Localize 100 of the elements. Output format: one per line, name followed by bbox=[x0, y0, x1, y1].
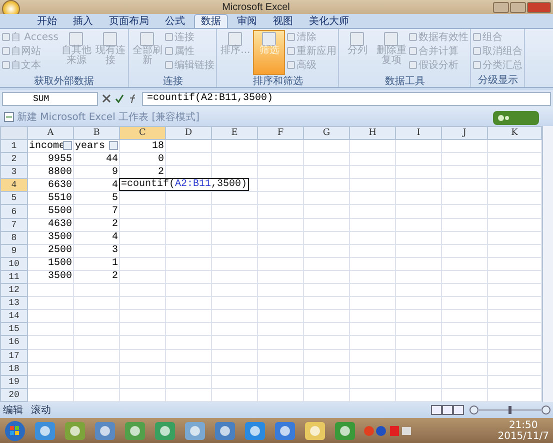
widget-icon[interactable] bbox=[493, 111, 539, 125]
group-label: 获取外部数据 bbox=[33, 75, 96, 88]
table-cell: income bbox=[29, 140, 61, 152]
ribbon-tab[interactable]: 插入 bbox=[66, 14, 100, 28]
row-header[interactable]: 2 bbox=[0, 152, 28, 166]
taskbar-app-icon[interactable] bbox=[304, 420, 326, 440]
ribbon-tab[interactable]: 审阅 bbox=[230, 14, 264, 28]
name-box[interactable]: SUM bbox=[2, 92, 98, 106]
table-cell-text: 5 bbox=[110, 192, 118, 204]
table-cell-text: 2500 bbox=[46, 245, 72, 256]
taskbar-app-icon[interactable] bbox=[244, 420, 266, 440]
column-header[interactable]: J bbox=[442, 126, 488, 140]
group-label: 连接 bbox=[162, 75, 184, 88]
row-header[interactable]: 1 bbox=[0, 140, 28, 153]
group-label: 分级显示 bbox=[476, 74, 519, 87]
table-cell-text: 2 bbox=[110, 219, 118, 230]
table-cell-text: 9 bbox=[110, 166, 118, 178]
table-cell-text: 4 bbox=[110, 232, 118, 244]
tray-icon[interactable] bbox=[364, 424, 412, 436]
workbook-icon bbox=[4, 112, 14, 122]
workbook-title: 新建 Microsoft Excel 工作表 [兼容模式] bbox=[17, 110, 200, 124]
row-header[interactable]: 17 bbox=[0, 349, 28, 362]
taskbar-app-icon[interactable] bbox=[64, 420, 86, 440]
column-header[interactable]: I bbox=[396, 126, 442, 140]
function-icon[interactable] bbox=[128, 94, 138, 104]
filter-dropdown-button[interactable] bbox=[109, 141, 118, 150]
start-button[interactable] bbox=[4, 420, 26, 442]
status-text: 编辑 bbox=[3, 404, 23, 417]
table-cell-text: years bbox=[75, 140, 106, 152]
ribbon-tab[interactable]: 公式 bbox=[158, 14, 192, 28]
column-header[interactable]: A bbox=[28, 126, 74, 140]
table-cell-text: 2 bbox=[110, 271, 118, 282]
taskbar-app-icon[interactable] bbox=[154, 420, 176, 440]
ribbon-command-icon bbox=[103, 32, 118, 46]
column-header[interactable]: G bbox=[304, 126, 350, 140]
taskbar-app-icon[interactable] bbox=[94, 420, 116, 440]
row-header[interactable]: 13 bbox=[0, 296, 28, 310]
status-text: 滚动 bbox=[31, 404, 51, 417]
row-header[interactable]: 5 bbox=[0, 192, 28, 205]
table-cell-text: 0 bbox=[156, 154, 164, 165]
group-label: 排序和筛选 bbox=[252, 75, 304, 88]
taskbar-app-icon[interactable] bbox=[214, 420, 236, 440]
check-icon[interactable] bbox=[115, 94, 124, 103]
column-header[interactable]: C bbox=[120, 126, 166, 140]
row-header[interactable]: 15 bbox=[0, 322, 28, 336]
ribbon-command-icon bbox=[228, 32, 242, 46]
row-header[interactable]: 7 bbox=[0, 218, 28, 232]
clock-date: 2015/11/7 bbox=[498, 430, 549, 442]
row-header[interactable]: 3 bbox=[0, 166, 28, 179]
row-header[interactable]: 8 bbox=[0, 231, 28, 244]
table-cell-text: 2 bbox=[156, 166, 164, 178]
filter-dropdown-button[interactable] bbox=[63, 141, 72, 150]
row-header[interactable]: 16 bbox=[0, 336, 28, 349]
column-header[interactable]: B bbox=[74, 126, 120, 140]
minimize-button[interactable] bbox=[493, 2, 509, 12]
table-cell-text: 3 bbox=[110, 245, 118, 256]
ribbon-tab[interactable]: 页面布局 bbox=[102, 14, 156, 28]
formula-field[interactable]: =countif(A2:B11,3500) bbox=[142, 92, 551, 106]
column-header[interactable]: E bbox=[212, 126, 258, 140]
table-cell-text: 18 bbox=[150, 140, 164, 152]
ribbon-command-icon bbox=[262, 32, 276, 46]
column-header[interactable]: H bbox=[350, 126, 396, 140]
taskbar-app-icon[interactable] bbox=[124, 420, 146, 440]
column-header[interactable]: K bbox=[488, 126, 542, 140]
ribbon-tab[interactable]: 数据 bbox=[194, 14, 228, 28]
taskbar-app-icon[interactable] bbox=[334, 420, 356, 440]
row-header[interactable]: 18 bbox=[0, 362, 28, 376]
table-cell-text: 3500 bbox=[46, 271, 72, 282]
row-header[interactable]: 11 bbox=[0, 270, 28, 284]
ribbon-tab[interactable]: 视图 bbox=[266, 14, 300, 28]
taskbar-app-icon[interactable] bbox=[184, 420, 206, 440]
ribbon-tab[interactable]: 开始 bbox=[30, 14, 64, 28]
table-cell-text: 4 bbox=[110, 180, 118, 191]
column-header[interactable]: D bbox=[166, 126, 212, 140]
row-header[interactable]: 12 bbox=[0, 284, 28, 297]
cancel-icon[interactable] bbox=[102, 94, 111, 103]
row-header[interactable]: 20 bbox=[0, 388, 28, 402]
table-cell-text: 3500 bbox=[46, 232, 72, 244]
row-header[interactable]: 19 bbox=[0, 375, 28, 388]
row-header[interactable]: 14 bbox=[0, 310, 28, 323]
taskbar-app-icon[interactable] bbox=[274, 420, 296, 440]
column-header[interactable]: F bbox=[258, 126, 304, 140]
row-header[interactable]: 6 bbox=[0, 204, 28, 218]
row-header[interactable]: 4 bbox=[0, 178, 28, 192]
row-header[interactable]: 9 bbox=[0, 244, 28, 258]
taskbar-app-icon[interactable] bbox=[34, 420, 56, 440]
clock-time: 21:50 bbox=[508, 420, 538, 430]
ribbon-tab[interactable]: 美化大师 bbox=[302, 14, 356, 28]
table-cell-text: 6630 bbox=[46, 180, 72, 191]
ribbon-command-icon bbox=[140, 32, 154, 46]
cell-editor[interactable]: =countif(A2:B11,3500) bbox=[119, 178, 250, 192]
view-buttons-icon[interactable] bbox=[431, 405, 465, 415]
maximize-button[interactable] bbox=[510, 2, 526, 12]
vertical-scrollbar[interactable] bbox=[542, 126, 553, 402]
ribbon-command-icon bbox=[69, 32, 84, 46]
zoom-slider[interactable] bbox=[469, 405, 551, 415]
row-header[interactable]: 10 bbox=[0, 257, 28, 270]
table-cell-text: 44 bbox=[104, 154, 118, 165]
close-button[interactable] bbox=[527, 2, 551, 12]
table-cell-text: 1 bbox=[110, 258, 118, 270]
